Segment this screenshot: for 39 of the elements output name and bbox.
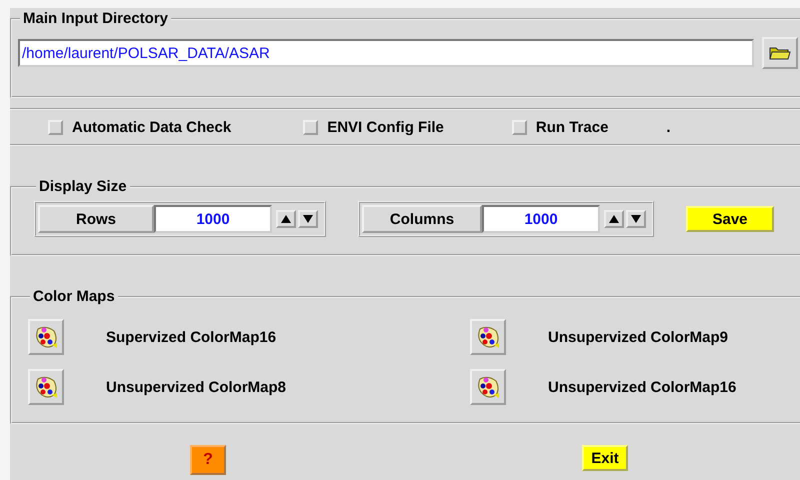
colormap-label: Unsupervized ColorMap8 bbox=[106, 378, 286, 396]
field-label: Columns bbox=[362, 205, 482, 233]
save-button[interactable]: Save bbox=[686, 206, 774, 232]
down-arrow-icon bbox=[631, 215, 641, 223]
decrement-button[interactable] bbox=[298, 210, 318, 228]
number-field[interactable]: 1000 bbox=[154, 205, 272, 233]
checkbox-label: Automatic Data Check bbox=[72, 118, 232, 136]
increment-button[interactable] bbox=[604, 210, 624, 228]
decrement-button[interactable] bbox=[626, 210, 646, 228]
colormap-button[interactable] bbox=[28, 369, 64, 405]
colormap-label: Unsupervized ColorMap9 bbox=[548, 328, 728, 346]
checkbox-label: Run Trace bbox=[536, 118, 608, 136]
colormap-button[interactable] bbox=[470, 369, 506, 405]
up-arrow-icon bbox=[281, 215, 291, 223]
section-title: Color Maps bbox=[32, 288, 116, 305]
down-arrow-icon bbox=[303, 215, 313, 223]
palette-icon bbox=[476, 325, 500, 349]
browse-button[interactable] bbox=[762, 37, 798, 69]
exit-button[interactable]: Exit bbox=[582, 445, 628, 471]
palette-icon bbox=[34, 375, 58, 399]
period-text: . bbox=[666, 118, 671, 136]
colormap-button[interactable] bbox=[470, 319, 506, 355]
colormap-label: Unsupervized ColorMap16 bbox=[548, 378, 736, 396]
up-arrow-icon bbox=[609, 215, 619, 223]
checkbox-label: ENVI Config File bbox=[327, 118, 444, 136]
palette-icon bbox=[476, 375, 500, 399]
field-label: Rows bbox=[38, 205, 154, 233]
checkbox[interactable] bbox=[512, 120, 527, 134]
checkbox[interactable] bbox=[48, 120, 63, 134]
checkbox[interactable] bbox=[303, 120, 318, 134]
increment-button[interactable] bbox=[276, 210, 296, 228]
colormap-label: Supervized ColorMap16 bbox=[106, 328, 276, 346]
path-field[interactable]: /home/laurent/POLSAR_DATA/ASAR bbox=[18, 39, 754, 67]
palette-icon bbox=[34, 325, 58, 349]
folder-icon bbox=[769, 45, 791, 61]
number-field[interactable]: 1000 bbox=[482, 205, 600, 233]
colormap-button[interactable] bbox=[28, 319, 64, 355]
section-title: Main Input Directory bbox=[22, 10, 170, 27]
section-title: Display Size bbox=[38, 178, 128, 195]
